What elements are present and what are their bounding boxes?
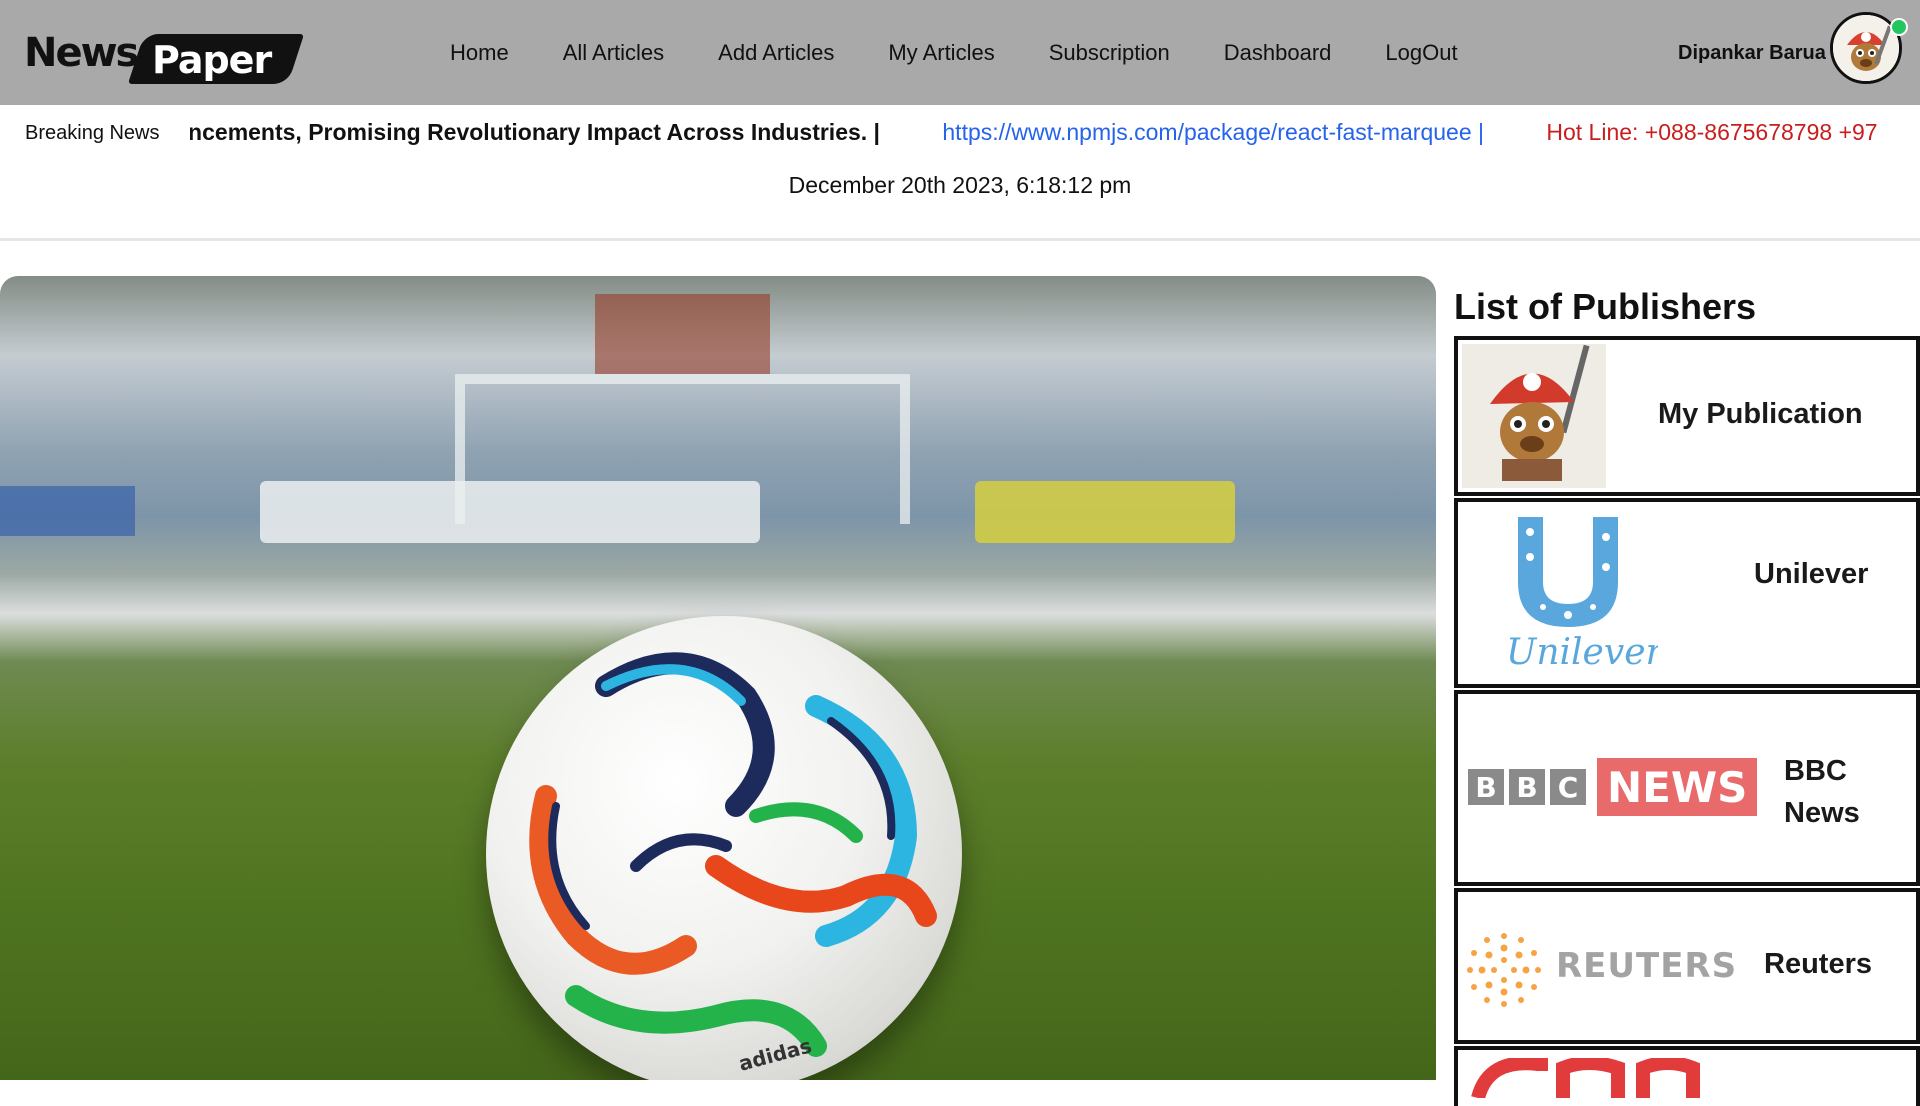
publishers-title: List of Publishers: [1454, 286, 1757, 327]
publisher-name: Reuters: [1764, 948, 1872, 980]
nav-dashboard[interactable]: Dashboard: [1224, 40, 1332, 66]
publisher-logo-bbc-news: B B C NEWS: [1468, 758, 1758, 816]
logo-news-text: News: [24, 30, 139, 76]
nav-all-articles[interactable]: All Articles: [563, 40, 664, 66]
publisher-logo-my-publication: [1462, 344, 1606, 488]
ad-banner-white: [260, 481, 760, 543]
nav-my-articles[interactable]: My Articles: [888, 40, 994, 66]
unilever-logo-text: Unilever: [1506, 632, 1658, 673]
online-status-dot: [1890, 18, 1908, 36]
publisher-name: Unilever: [1754, 558, 1869, 590]
newspaper-logo[interactable]: News Paper: [24, 30, 305, 86]
reuters-logo-text: REUTERS: [1556, 946, 1738, 986]
bbc-news-badge: NEWS: [1597, 758, 1758, 816]
publisher-name: BBC News: [1784, 750, 1860, 834]
publisher-card-reuters[interactable]: REUTERS Reuters: [1454, 888, 1920, 1044]
unilever-u-icon: [1518, 517, 1618, 627]
stadium-scoreboard: [595, 294, 770, 374]
user-name: Dipankar Barua: [1678, 42, 1826, 64]
ball-pattern-icon: adidas: [529, 652, 937, 1076]
publisher-name-line1: BBC: [1784, 755, 1847, 787]
hero-image[interactable]: adidas: [0, 276, 1436, 1080]
navbar: News Paper Home All Articles Add Article…: [0, 0, 1920, 105]
marquee-track: Cutting-Edge Technological Advancements,…: [190, 119, 1920, 153]
ticker-item-hotline[interactable]: Hot Line: +088-8675678798 +97: [1546, 119, 1877, 145]
cartoon-publisher-icon: [1462, 344, 1606, 488]
breaking-news-ticker: Breaking News Cutting-Edge Technological…: [0, 105, 1920, 163]
nav-subscription[interactable]: Subscription: [1049, 40, 1170, 66]
nav-add-articles[interactable]: Add Articles: [718, 40, 834, 66]
ticker-item-link[interactable]: https://www.npmjs.com/package/react-fast…: [942, 119, 1484, 145]
reuters-sunburst-icon: [1467, 933, 1541, 1007]
nav-home[interactable]: Home: [450, 40, 509, 66]
nav-logout[interactable]: LogOut: [1385, 40, 1457, 66]
logo-paper-text: Paper: [152, 38, 272, 82]
publisher-name-line2: News: [1784, 797, 1860, 829]
publisher-logo-unilever: Unilever: [1498, 512, 1658, 682]
ad-banner-blue: [0, 486, 135, 536]
breaking-news-label: Breaking News: [25, 122, 184, 145]
publishers-sidebar: List of Publishers My Publication Unilev…: [1454, 276, 1920, 1106]
publisher-card-bbc-news[interactable]: B B C NEWS BBC News: [1454, 690, 1920, 886]
bbc-letter-c: C: [1550, 769, 1586, 805]
publisher-card-unilever[interactable]: Unilever Unilever: [1454, 498, 1920, 688]
publisher-card-cnn[interactable]: [1454, 1046, 1920, 1106]
ticker-item-headline[interactable]: Cutting-Edge Technological Advancements,…: [190, 119, 880, 145]
reuters-dots-icon: [1464, 930, 1544, 1010]
ad-banner-yellow: [975, 481, 1235, 543]
marquee-content: Cutting-Edge Technological Advancements,…: [190, 119, 1878, 146]
current-datetime: December 20th 2023, 6:18:12 pm: [788, 172, 1132, 198]
football-ball: adidas: [486, 616, 962, 1080]
bbc-letter-b2: B: [1509, 769, 1545, 805]
header-divider: [0, 238, 1920, 241]
bbc-letter-b1: B: [1468, 769, 1504, 805]
publisher-name: My Publication: [1658, 398, 1863, 430]
ball-brand-text: adidas: [736, 1033, 814, 1075]
publisher-card-my-publication[interactable]: My Publication: [1454, 336, 1920, 496]
main-nav: Home All Articles Add Articles My Articl…: [450, 40, 1458, 66]
cnn-logo-icon: [1471, 1058, 1700, 1098]
